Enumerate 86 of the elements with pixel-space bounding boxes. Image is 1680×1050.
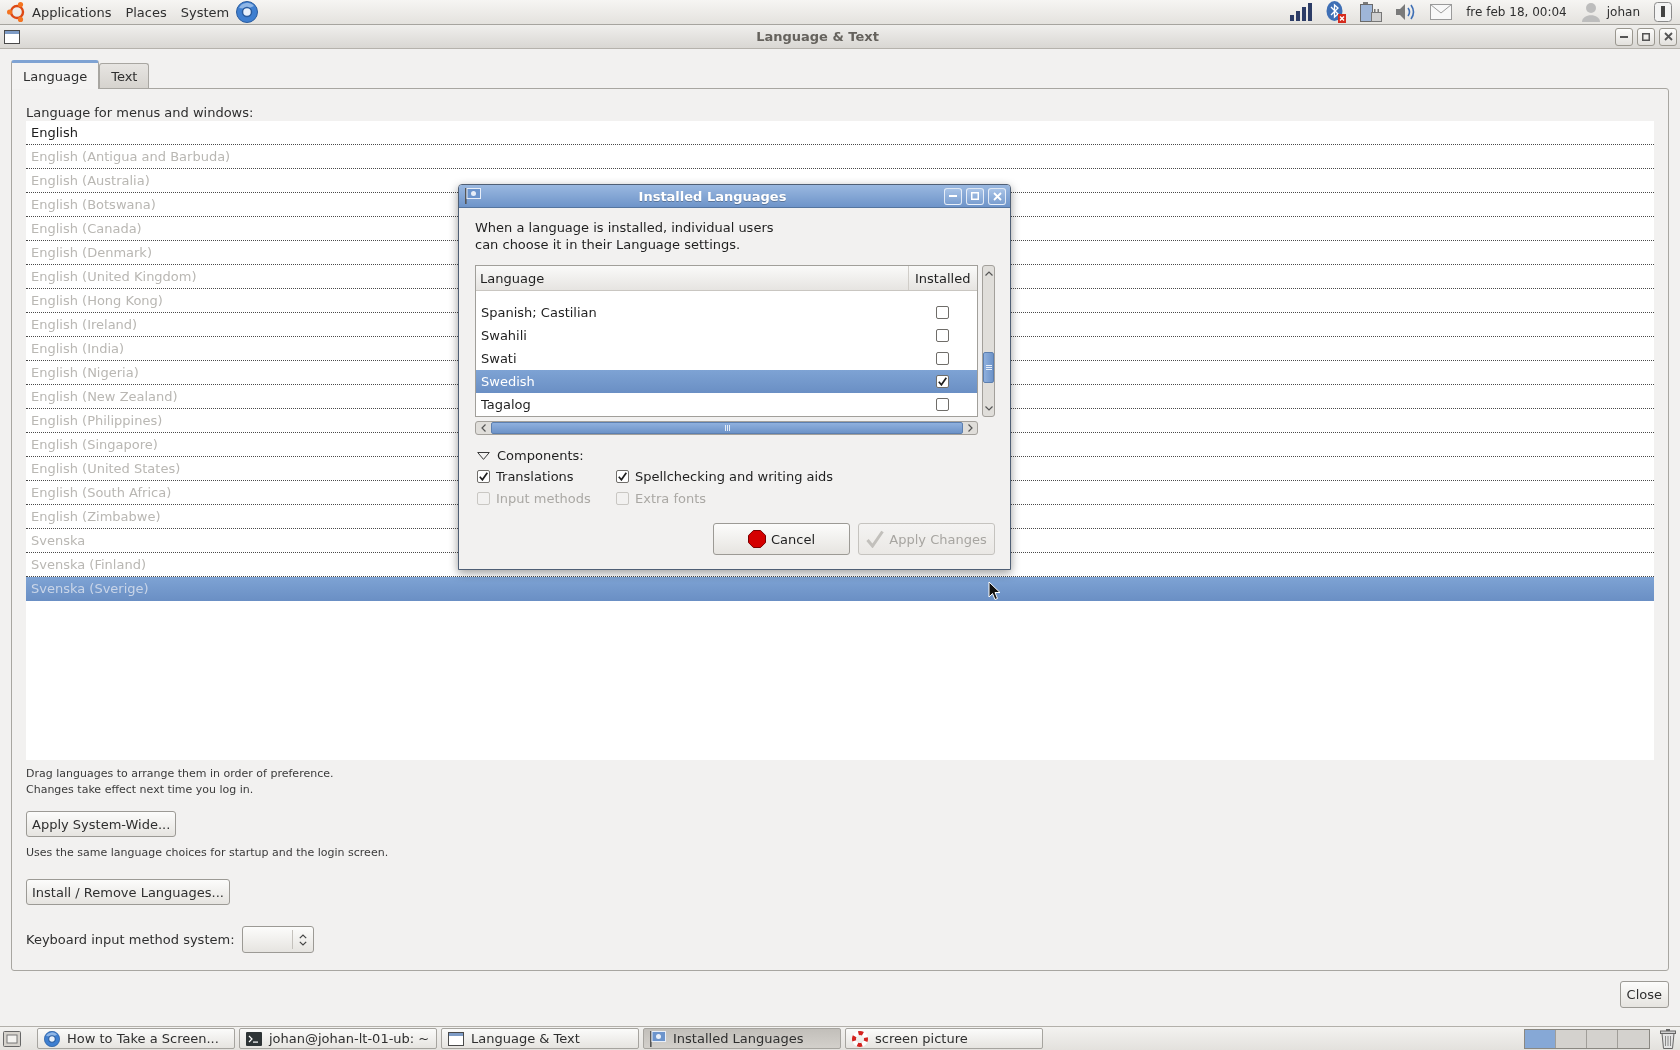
window-title: Language & Text <box>755 29 880 44</box>
checkbox[interactable] <box>936 352 949 365</box>
battery-icon[interactable] <box>1360 2 1383 22</box>
language-cell-text: Swati <box>480 351 518 366</box>
lifebuoy-icon <box>852 1030 868 1047</box>
taskbar-item[interactable]: Language & Text <box>441 1028 639 1049</box>
checkbox[interactable] <box>936 398 949 411</box>
scrollbar-thumb[interactable] <box>491 422 963 434</box>
window-icon <box>448 1031 464 1046</box>
language-list-item[interactable]: English <box>26 121 1654 145</box>
language-cell-text: Tagalog <box>480 397 532 412</box>
checkbox[interactable] <box>936 306 949 319</box>
bluetooth-icon[interactable] <box>1326 1 1347 23</box>
user-name[interactable]: johan <box>1606 5 1640 19</box>
table-row[interactable]: Spanish; Castilian <box>476 301 977 324</box>
checkbox[interactable] <box>936 375 949 388</box>
list-label: Language for menus and windows: <box>26 104 255 121</box>
checkbox[interactable] <box>936 329 949 342</box>
taskbar-item[interactable]: Installed Languages <box>643 1028 841 1049</box>
shutdown-icon[interactable] <box>1654 2 1672 22</box>
signal-icon[interactable] <box>1290 3 1313 21</box>
tab[interactable]: Language <box>11 60 100 89</box>
grip-icon <box>724 425 730 431</box>
panel-menu[interactable]: System <box>173 1 237 23</box>
trash-icon[interactable] <box>1660 1028 1676 1049</box>
terminal-icon <box>246 1031 262 1046</box>
grip-icon <box>985 365 992 370</box>
stop-icon <box>747 530 766 548</box>
language-cell-text: Swedish <box>480 374 536 389</box>
apply-note: Uses the same language choices for startup and the login screen. <box>26 845 390 861</box>
checkmark-icon <box>866 530 885 548</box>
maximize-icon <box>1642 32 1650 41</box>
dialog-description: When a language is installed, individual users can choose it in their Language settings. <box>475 219 775 253</box>
scrollbar-thumb[interactable] <box>983 352 994 383</box>
taskbar-item[interactable]: screen picture <box>845 1028 1043 1049</box>
envelope-icon[interactable] <box>1430 4 1453 20</box>
globe-icon <box>44 1030 60 1047</box>
logo-icon[interactable] <box>7 2 25 22</box>
dialog-button[interactable]: Cancel <box>713 523 850 555</box>
tab[interactable]: Text <box>99 63 150 88</box>
checkbox-label: Translations <box>496 469 574 484</box>
show-desktop-icon[interactable] <box>3 1030 21 1047</box>
column-header[interactable]: Installed <box>908 266 977 290</box>
checkbox-label: Extra fonts <box>635 491 707 506</box>
minimize-button[interactable] <box>1615 27 1633 46</box>
check-icon <box>479 472 488 481</box>
hint-text: Drag languages to arrange them in order of preference. Changes take effect next time you log in. <box>26 766 335 798</box>
minimize-icon <box>949 195 957 197</box>
components-expander[interactable]: Components: <box>475 447 584 464</box>
expander-triangle-icon <box>477 451 490 460</box>
maximize-icon <box>971 192 979 200</box>
mouse-pointer-icon <box>988 581 1001 601</box>
install-remove-button[interactable]: Install / Remove Languages... <box>26 879 230 905</box>
checkbox[interactable] <box>477 470 490 483</box>
table-row[interactable]: Swahili <box>476 324 977 347</box>
check-icon <box>938 377 947 386</box>
volume-icon[interactable] <box>1396 3 1417 21</box>
checkbox[interactable] <box>616 470 629 483</box>
close-button[interactable]: Close <box>1619 981 1669 1008</box>
taskbar-item[interactable]: johan@johan-lt-01-ub: ~ <box>239 1028 437 1049</box>
check-icon <box>618 472 627 481</box>
apply-system-wide-button[interactable]: Apply System-Wide... <box>26 811 177 837</box>
clock[interactable]: fre feb 18, 00:04 <box>1466 5 1567 19</box>
keyboard-method-label: Keyboard input method system: <box>26 932 235 947</box>
taskbar-item[interactable]: How to Take a Screen... <box>37 1028 235 1049</box>
globe-icon[interactable] <box>236 1 259 23</box>
checkbox-label: Input methods <box>496 491 591 506</box>
flag-icon[interactable] <box>465 188 481 204</box>
language-cell-text: Spanish; Castilian <box>480 305 598 320</box>
close-window-button[interactable] <box>1659 27 1677 46</box>
checkbox-label: Spellchecking and writing aids <box>635 469 834 484</box>
language-cell-text: Swahili <box>480 328 528 343</box>
minimize-icon <box>1620 35 1628 38</box>
horizontal-scrollbar[interactable] <box>475 421 978 435</box>
flag-icon <box>650 1030 666 1047</box>
window-icon[interactable] <box>4 29 20 44</box>
up-down-arrows-icon <box>298 933 307 946</box>
maximize-button[interactable] <box>1637 27 1655 46</box>
panel-menu[interactable]: Places <box>118 1 174 23</box>
column-header[interactable]: Language <box>476 266 908 290</box>
close-icon <box>1663 32 1673 41</box>
table-row[interactable]: Swati <box>476 347 977 370</box>
panel-menu[interactable]: Applications <box>25 1 119 23</box>
combo-box[interactable] <box>241 926 314 953</box>
close-icon <box>992 191 1002 201</box>
vertical-scrollbar[interactable] <box>982 265 995 417</box>
